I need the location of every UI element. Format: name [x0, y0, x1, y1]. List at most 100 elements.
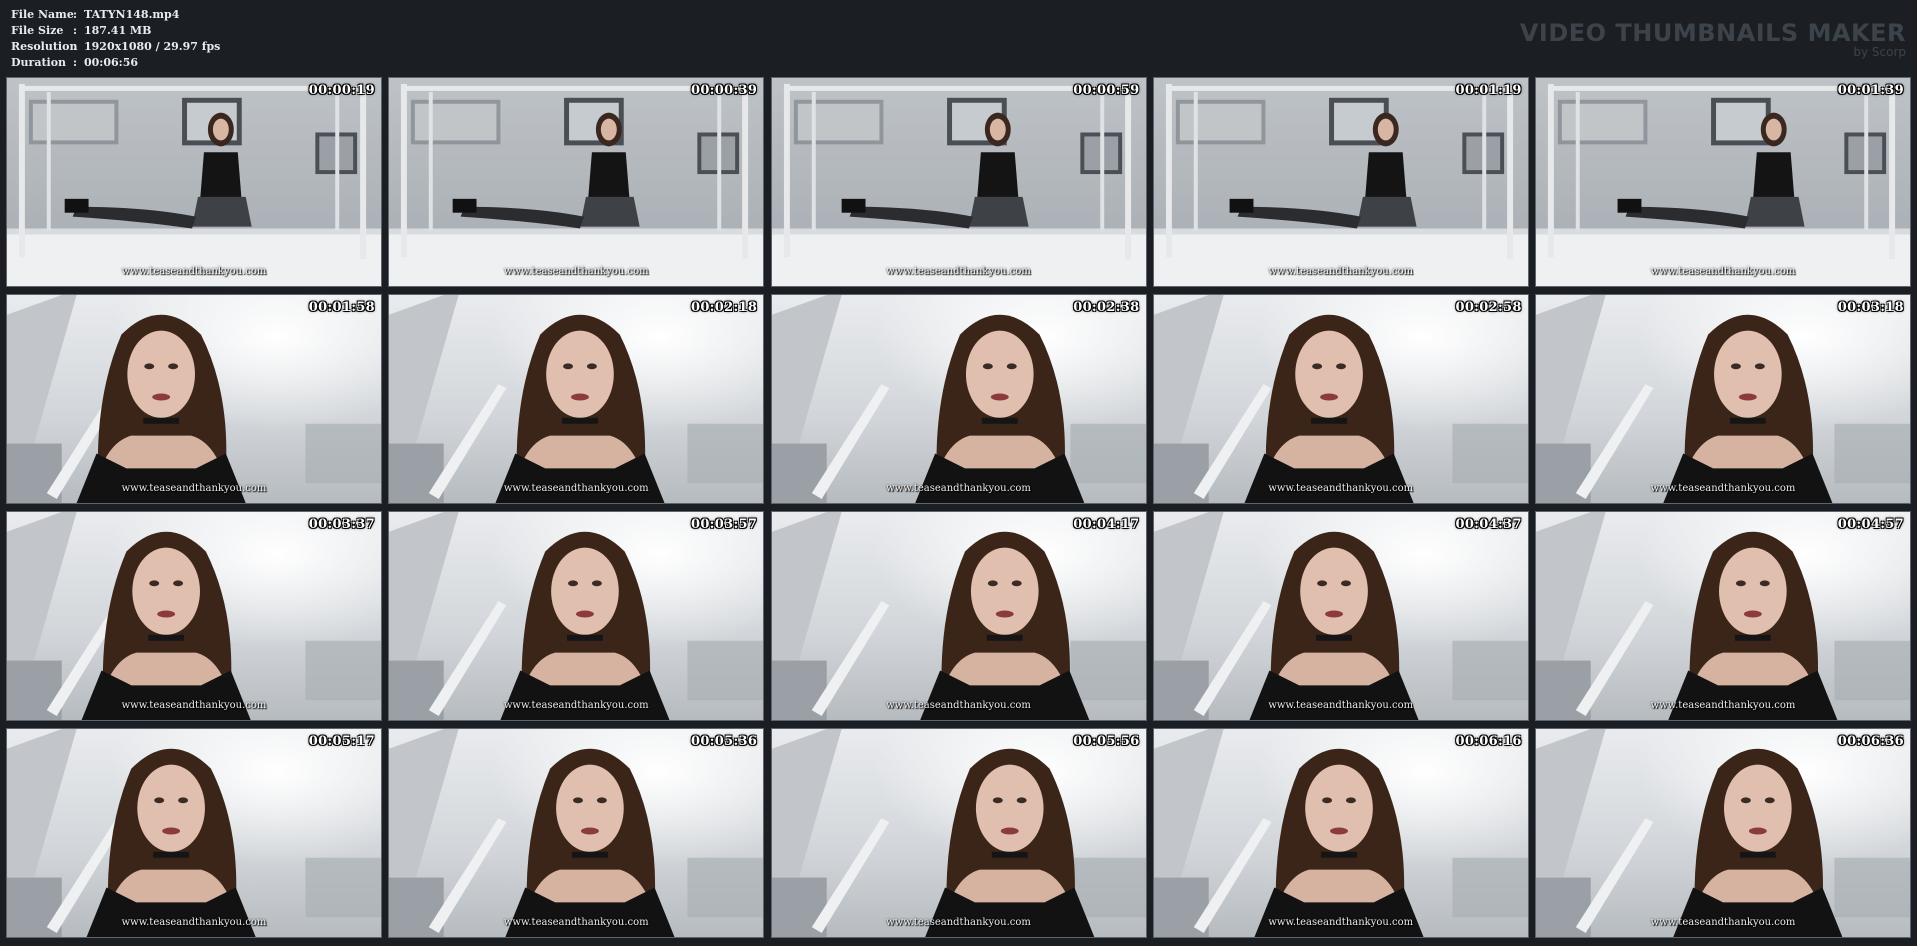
file-info-separator: :	[73, 40, 78, 53]
watermark-text: www.teaseandthankyou.com	[886, 700, 1031, 711]
thumbnail-frame[interactable]: 00:04:17 www.teaseandthankyou.com	[770, 511, 1147, 721]
thumbnail-grid: 00:00:19 www.teaseandthankyou.com 00:00:3…	[6, 77, 1911, 941]
watermark-text: www.teaseandthankyou.com	[1650, 266, 1796, 277]
watermark-text: www.teaseandthankyou.com	[121, 483, 267, 494]
thumbnail-frame[interactable]: 00:01:39 www.teaseandthankyou.com	[1535, 77, 1911, 287]
frame-image	[1153, 295, 1528, 503]
thumbnail-frame[interactable]: 00:04:37 www.teaseandthankyou.com	[1152, 511, 1529, 721]
thumbnail-frame[interactable]: 00:02:18 www.teaseandthankyou.com	[388, 294, 765, 504]
timestamp-label: 00:05:56	[1073, 734, 1140, 749]
timestamp-label: 00:02:58	[1455, 300, 1522, 315]
watermark-text: www.teaseandthankyou.com	[886, 917, 1031, 928]
brand-title: VIDEO THUMBNAILS MAKER	[1519, 19, 1906, 47]
thumbnail-frame[interactable]: 00:06:36 www.teaseandthankyou.com	[1535, 728, 1911, 938]
thumbnail-frame[interactable]: 00:06:16 www.teaseandthankyou.com	[1152, 728, 1529, 938]
watermark-text: www.teaseandthankyou.com	[503, 700, 649, 711]
watermark-text: www.teaseandthankyou.com	[121, 917, 267, 928]
frame-image	[1536, 512, 1910, 720]
thumbnail-frame[interactable]: 00:03:37 www.teaseandthankyou.com	[6, 511, 382, 721]
file-info-key: File Name	[11, 8, 74, 21]
duration-value: 00:06:56	[84, 56, 139, 69]
thumbnail-frame[interactable]: 00:00:39 www.teaseandthankyou.com	[388, 77, 765, 287]
thumbnail-frame[interactable]: 00:01:58 www.teaseandthankyou.com	[6, 294, 382, 504]
file-size-value: 187.41 MB	[84, 24, 152, 37]
file-info-separator: :	[73, 56, 78, 69]
timestamp-label: 00:05:17	[308, 734, 375, 749]
watermark-text: www.teaseandthankyou.com	[121, 700, 267, 711]
file-name-value: TATYN148.mp4	[84, 8, 180, 21]
frame-image	[389, 512, 764, 720]
file-info-row: File Name : TATYN148.mp4	[11, 7, 220, 23]
frame-image	[1153, 729, 1528, 937]
frame-image	[1536, 78, 1910, 286]
timestamp-label: 00:03:57	[690, 517, 758, 532]
frame-image	[1536, 729, 1910, 937]
thumbnail-frame[interactable]: 00:03:57 www.teaseandthankyou.com	[388, 511, 765, 721]
timestamp-label: 00:00:59	[1073, 83, 1140, 98]
timestamp-label: 00:00:39	[690, 83, 758, 98]
frame-image	[389, 78, 764, 286]
watermark-text: www.teaseandthankyou.com	[503, 483, 649, 494]
frame-image	[389, 729, 764, 937]
timestamp-label: 00:05:36	[690, 734, 758, 749]
watermark-text: www.teaseandthankyou.com	[886, 266, 1031, 277]
watermark-text: www.teaseandthankyou.com	[1650, 483, 1796, 494]
frame-image	[7, 729, 381, 937]
thumbnail-frame[interactable]: 00:00:19 www.teaseandthankyou.com	[6, 77, 382, 287]
frame-image	[771, 512, 1146, 720]
timestamp-label: 00:04:37	[1455, 517, 1522, 532]
frame-image	[7, 295, 381, 503]
watermark-text: www.teaseandthankyou.com	[1268, 917, 1414, 928]
brand-subtitle: by Scorp	[1853, 45, 1906, 59]
frame-image	[771, 295, 1146, 503]
frame-image	[389, 295, 764, 503]
frame-image	[7, 512, 381, 720]
timestamp-label: 00:06:16	[1455, 734, 1522, 749]
frame-image	[771, 729, 1146, 937]
thumbnail-frame[interactable]: 00:02:58 www.teaseandthankyou.com	[1152, 294, 1529, 504]
watermark-text: www.teaseandthankyou.com	[503, 917, 649, 928]
file-info-key: Duration	[11, 56, 67, 69]
watermark-text: www.teaseandthankyou.com	[121, 266, 267, 277]
file-info: File Name : TATYN148.mp4 File Size : 187…	[11, 7, 220, 71]
timestamp-label: 00:01:19	[1455, 83, 1522, 98]
file-info-row: Duration : 00:06:56	[11, 55, 220, 71]
timestamp-label: 00:02:18	[690, 300, 758, 315]
thumbnail-frame[interactable]: 00:02:38 www.teaseandthankyou.com	[770, 294, 1147, 504]
file-info-row: Resolution : 1920x1080 / 29.97 fps	[11, 39, 220, 55]
thumbnail-frame[interactable]: 00:04:57 www.teaseandthankyou.com	[1535, 511, 1911, 721]
timestamp-label: 00:06:36	[1837, 734, 1904, 749]
timestamp-label: 00:04:57	[1837, 517, 1904, 532]
thumbnail-frame[interactable]: 00:00:59 www.teaseandthankyou.com	[770, 77, 1147, 287]
watermark-text: www.teaseandthankyou.com	[886, 483, 1031, 494]
watermark-text: www.teaseandthankyou.com	[1650, 917, 1796, 928]
file-info-key: Resolution	[11, 40, 78, 53]
file-info-separator: :	[73, 8, 78, 21]
watermark-text: www.teaseandthankyou.com	[1650, 700, 1796, 711]
frame-image	[1536, 295, 1910, 503]
header: File Name : TATYN148.mp4 File Size : 187…	[0, 0, 1917, 76]
timestamp-label: 00:01:39	[1837, 83, 1904, 98]
thumbnail-frame[interactable]: 00:03:18 www.teaseandthankyou.com	[1535, 294, 1911, 504]
watermark-text: www.teaseandthankyou.com	[503, 266, 649, 277]
thumbnail-frame[interactable]: 00:05:36 www.teaseandthankyou.com	[388, 728, 765, 938]
frame-image	[1153, 512, 1528, 720]
timestamp-label: 00:03:18	[1837, 300, 1904, 315]
frame-image	[771, 78, 1146, 286]
frame-image	[7, 78, 381, 286]
thumbnail-frame[interactable]: 00:05:56 www.teaseandthankyou.com	[770, 728, 1147, 938]
frame-image	[1153, 78, 1528, 286]
file-info-separator: :	[73, 24, 78, 37]
thumbnail-frame[interactable]: 00:05:17 www.teaseandthankyou.com	[6, 728, 382, 938]
thumbnail-frame[interactable]: 00:01:19 www.teaseandthankyou.com	[1152, 77, 1529, 287]
resolution-value: 1920x1080 / 29.97 fps	[84, 40, 221, 53]
watermark-text: www.teaseandthankyou.com	[1268, 483, 1414, 494]
timestamp-label: 00:04:17	[1073, 517, 1140, 532]
timestamp-label: 00:03:37	[308, 517, 375, 532]
timestamp-label: 00:02:38	[1073, 300, 1140, 315]
timestamp-label: 00:00:19	[308, 83, 375, 98]
timestamp-label: 00:01:58	[308, 300, 375, 315]
file-info-key: File Size	[11, 24, 64, 37]
file-info-row: File Size : 187.41 MB	[11, 23, 220, 39]
brand-logo: VIDEO THUMBNAILS MAKER by Scorp	[1520, 20, 1906, 59]
